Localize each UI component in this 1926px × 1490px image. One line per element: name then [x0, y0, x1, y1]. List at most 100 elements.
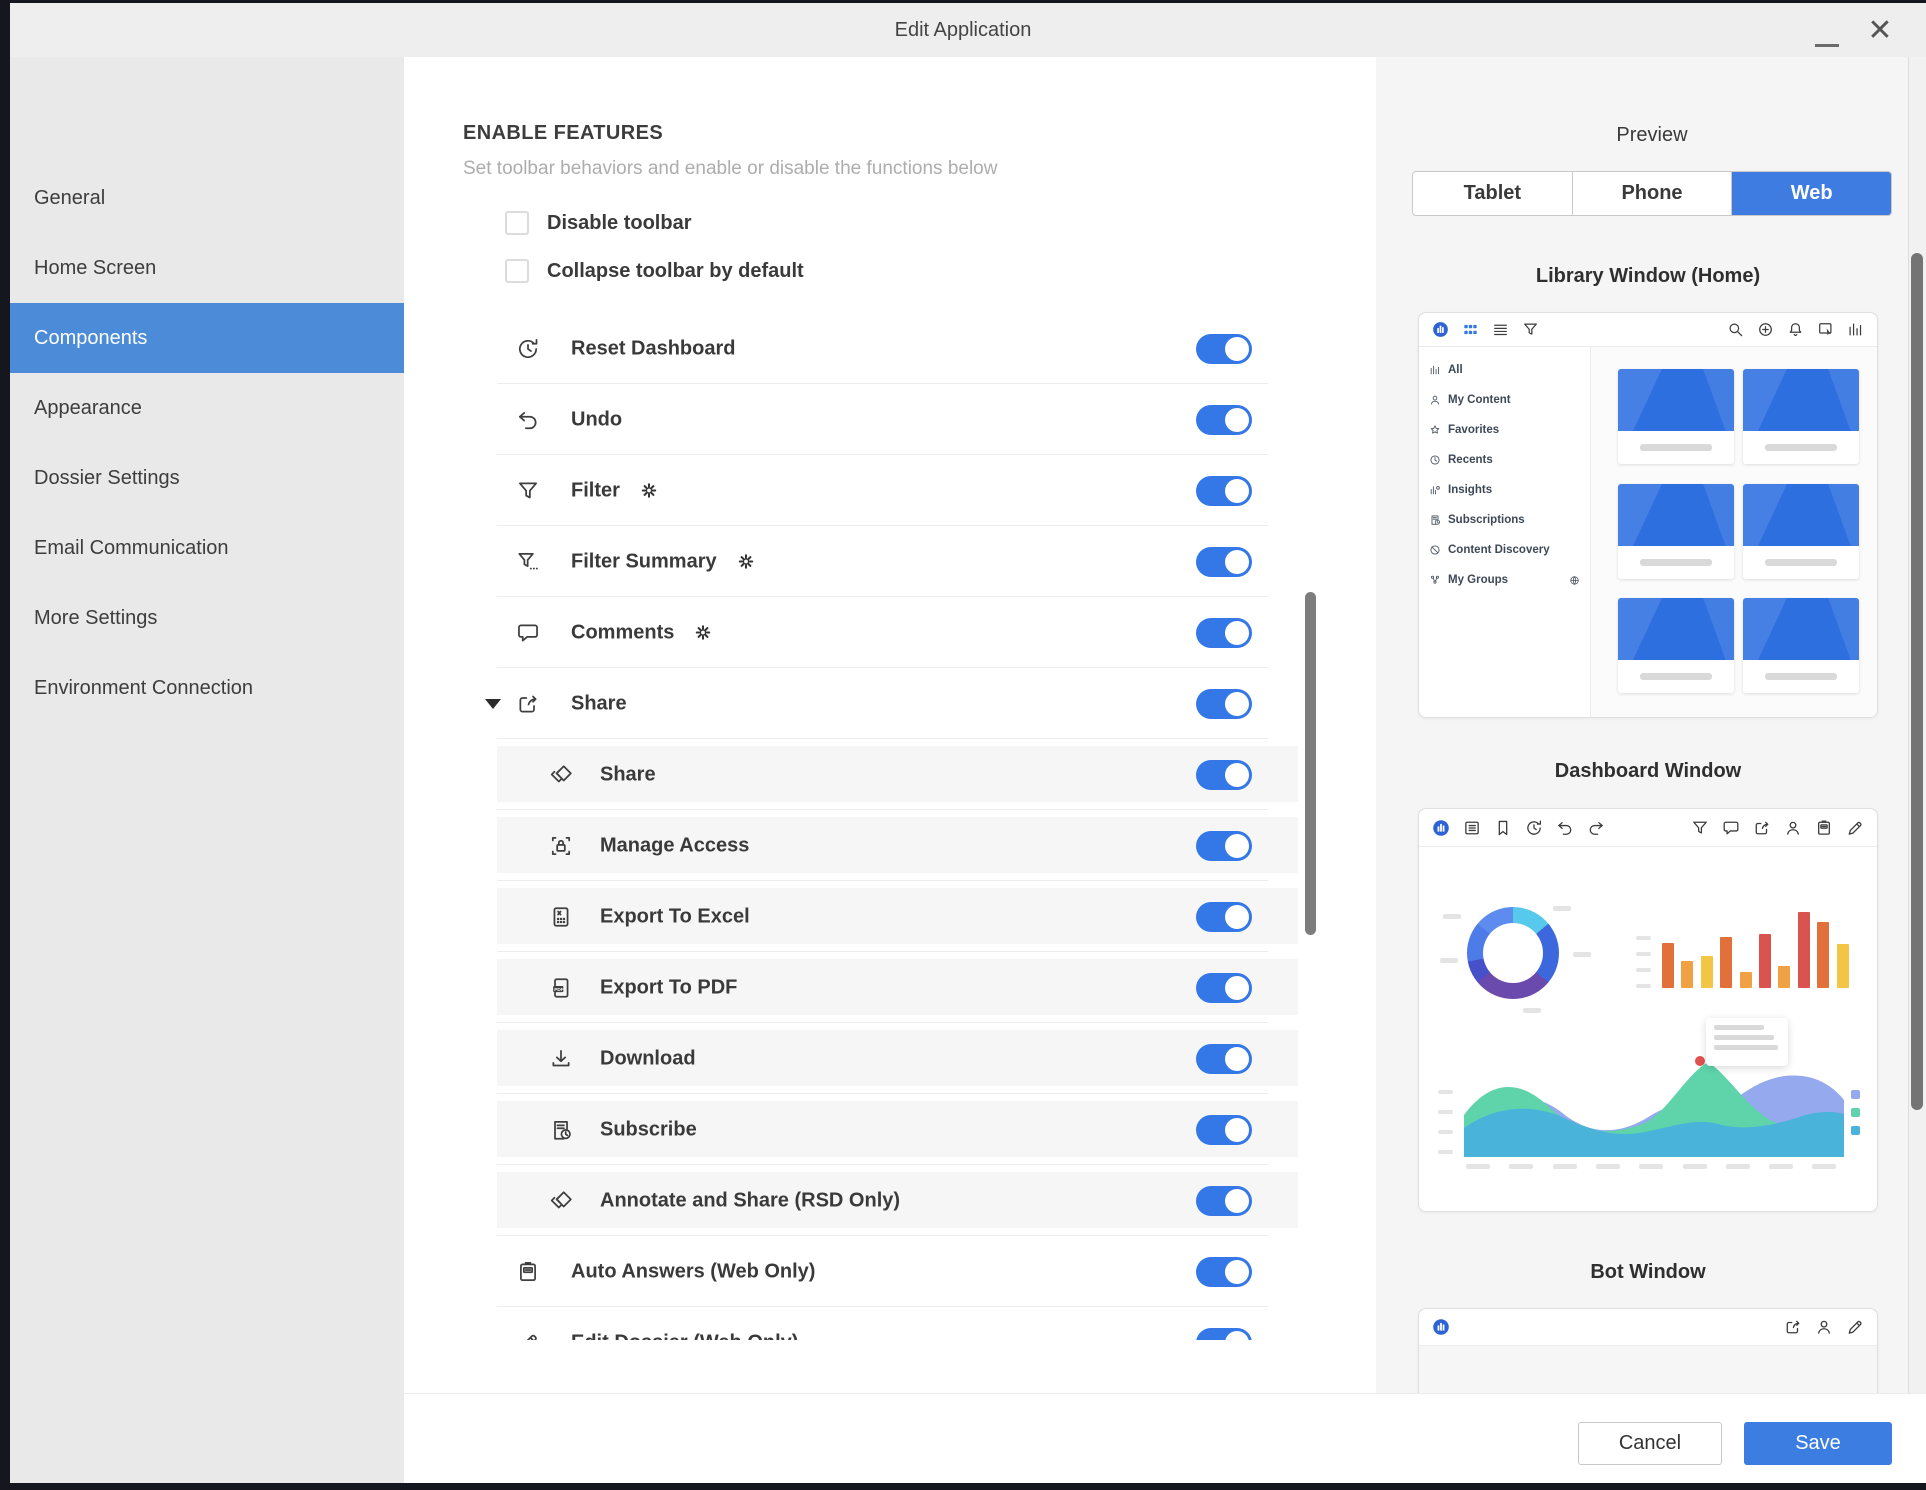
edit-application-dialog: Edit Application ✕ GeneralHome ScreenCom…	[0, 0, 1926, 1490]
axis-tick-placeholder	[1438, 1110, 1453, 1114]
dossier-card	[1743, 484, 1859, 579]
feature-label: Download	[600, 1047, 696, 1070]
collapse-arrow-icon[interactable]	[485, 699, 501, 709]
bookmark-icon	[1494, 819, 1512, 837]
tab-phone[interactable]: Phone	[1573, 172, 1733, 215]
sidebar-item-dossier-settings[interactable]: Dossier Settings	[10, 443, 404, 513]
preview-title: Preview	[1412, 124, 1892, 147]
gear-icon[interactable]	[737, 553, 755, 571]
toggle-undo[interactable]	[1196, 405, 1252, 435]
toggle-annotate-and-share-rsd-only[interactable]	[1196, 1186, 1252, 1216]
toggle-share[interactable]	[1196, 760, 1252, 790]
filter-icon	[1691, 819, 1709, 837]
toolbar-checkboxes: Disable toolbar Collapse toolbar by defau…	[505, 211, 925, 307]
clipboard-icon	[1815, 819, 1833, 837]
toggle-export-to-pdf[interactable]	[1196, 973, 1252, 1003]
feature-label: Filter Summary	[571, 550, 717, 573]
pencil-icon	[1846, 819, 1864, 837]
dossier-card	[1743, 598, 1859, 693]
tab-tablet[interactable]: Tablet	[1413, 172, 1573, 215]
toggle-export-to-excel[interactable]	[1196, 902, 1252, 932]
gear-icon[interactable]	[640, 482, 658, 500]
toggle-auto-answers-web-only[interactable]	[1196, 1257, 1252, 1287]
feature-list-scrollbar[interactable]	[1305, 592, 1316, 935]
window-edge	[0, 0, 1926, 3]
toggle-knob	[1225, 479, 1249, 503]
library-sidebar-label: My Content	[1448, 394, 1511, 406]
library-sidebar-item-insights: Insights	[1419, 475, 1590, 505]
gear-icon[interactable]	[694, 624, 712, 642]
dialog-title: Edit Application	[0, 19, 1926, 42]
toggle-knob	[1225, 337, 1249, 361]
close-icon[interactable]: ✕	[1862, 11, 1898, 51]
library-sidebar-item-favorites: Favorites	[1419, 415, 1590, 445]
slash-circle-icon	[1429, 544, 1441, 556]
library-sidebar-item-content-discovery: Content Discovery	[1419, 535, 1590, 565]
toggle-knob	[1225, 550, 1249, 574]
feature-label: Reset Dashboard	[571, 337, 736, 360]
toggle-download[interactable]	[1196, 1044, 1252, 1074]
legend-swatch	[1851, 1126, 1860, 1135]
card-thumbnail	[1618, 369, 1734, 431]
checkbox-collapse-toolbar-by-default[interactable]	[505, 259, 529, 283]
card-title-placeholder	[1618, 431, 1734, 464]
checkbox-label: Collapse toolbar by default	[547, 259, 804, 283]
group-icon	[1429, 574, 1441, 586]
sidebar-item-email-communication[interactable]: Email Communication	[10, 513, 404, 583]
dossier-card	[1743, 369, 1859, 464]
filter-icon	[516, 479, 540, 503]
preview-device-tabs: TabletPhoneWeb	[1412, 171, 1892, 216]
window-scrollbar-thumb[interactable]	[1911, 253, 1923, 1110]
feature-list: Reset DashboardUndoFilterFilter SummaryC…	[480, 313, 1310, 1340]
doc-excel-icon	[549, 905, 573, 929]
bar	[1662, 943, 1674, 988]
card-thumbnail	[1618, 484, 1734, 546]
toggle-comments[interactable]	[1196, 618, 1252, 648]
toggle-knob	[1225, 905, 1249, 929]
toggle-edit-dossier-web-only[interactable]	[1196, 1328, 1252, 1341]
sidebar-item-general[interactable]: General	[10, 163, 404, 233]
title-bar: Edit Application ✕	[0, 3, 1926, 57]
card-title-placeholder	[1618, 546, 1734, 579]
toggle-reset-dashboard[interactable]	[1196, 334, 1252, 364]
card-thumbnail	[1743, 484, 1859, 546]
sidebar-item-appearance[interactable]: Appearance	[10, 373, 404, 443]
toggle-manage-access[interactable]	[1196, 831, 1252, 861]
axis-tick-placeholder	[1636, 936, 1651, 940]
bot-window-title: Bot Window	[1418, 1261, 1878, 1284]
bar	[1740, 972, 1752, 988]
window-edge	[0, 0, 10, 1490]
person-icon	[1784, 819, 1802, 837]
toggle-share[interactable]	[1196, 689, 1252, 719]
layers-icon	[549, 763, 573, 787]
toggle-filter-summary[interactable]	[1196, 547, 1252, 577]
pencil-icon	[516, 1331, 540, 1341]
toggle-filter[interactable]	[1196, 476, 1252, 506]
sidebar-item-more-settings[interactable]: More Settings	[10, 583, 404, 653]
footer-bar: Cancel Save	[404, 1393, 1926, 1484]
dashboard-window-title: Dashboard Window	[1418, 760, 1878, 783]
sidebar-item-components[interactable]: Components	[10, 303, 404, 373]
library-sidebar-label: All	[1448, 364, 1463, 376]
lock-frame-icon	[549, 834, 573, 858]
save-button[interactable]: Save	[1744, 1422, 1892, 1465]
feature-row-download: Download	[480, 1023, 1310, 1094]
dossier-card	[1618, 598, 1734, 693]
bar	[1681, 961, 1693, 988]
library-sidebar-label: Subscriptions	[1448, 514, 1525, 526]
feature-label: Export To PDF	[600, 976, 737, 999]
sidebar-item-home-screen[interactable]: Home Screen	[10, 233, 404, 303]
feature-row-export-to-excel: Export To Excel	[480, 881, 1310, 952]
axis-tick-placeholder	[1509, 1164, 1533, 1169]
search-icon	[1727, 321, 1744, 338]
axis-tick-placeholder	[1639, 1164, 1663, 1169]
checkbox-disable-toolbar[interactable]	[505, 211, 529, 235]
sidebar-item-environment-connection[interactable]: Environment Connection	[10, 653, 404, 723]
checkbox-label: Disable toolbar	[547, 211, 691, 235]
minimize-icon[interactable]	[1812, 23, 1842, 47]
toggle-subscribe[interactable]	[1196, 1115, 1252, 1145]
tab-web[interactable]: Web	[1732, 172, 1891, 215]
library-sidebar-item-recents: Recents	[1419, 445, 1590, 475]
cancel-button[interactable]: Cancel	[1578, 1422, 1722, 1465]
comment-icon	[1722, 819, 1740, 837]
